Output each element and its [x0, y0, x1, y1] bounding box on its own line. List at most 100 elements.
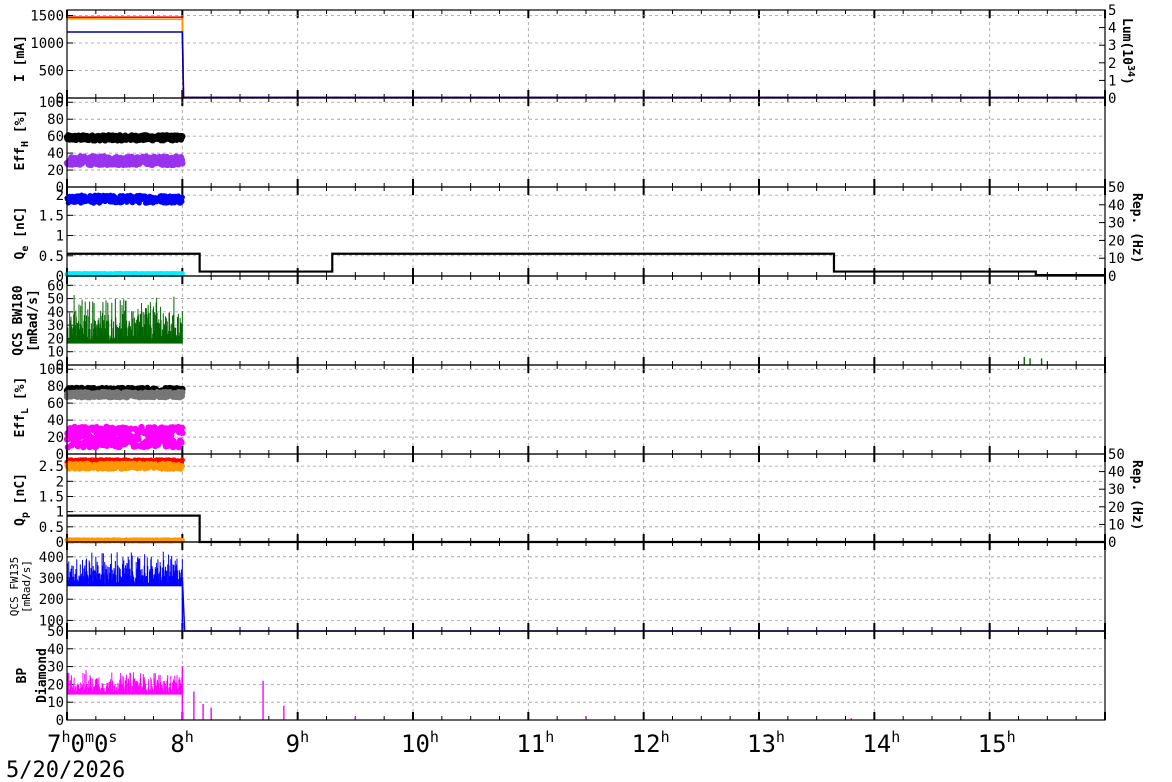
- panel-frame: [66, 541, 1106, 632]
- x-tick-hour: 15: [978, 730, 1007, 758]
- y-axis-label-effl: EffL [%]: [13, 377, 31, 438]
- y-axis-label-qe: Qe [nC]: [13, 207, 31, 260]
- y2-tick-label: 20: [1108, 233, 1125, 249]
- panel-frame: [66, 630, 1106, 721]
- y-axis-label-qcs_fw135-line2: [mRad/s]: [20, 560, 33, 613]
- y2-axis-label-rep-rate: Rep. (Hz): [1129, 460, 1144, 530]
- y-tick-label: 20: [47, 430, 64, 446]
- y2-axis-label-rep-rate: Rep. (Hz): [1129, 193, 1144, 263]
- x-tick-unit: h: [891, 728, 900, 746]
- label-part: [nC]: [13, 473, 28, 512]
- x-tick-hour: 9: [286, 730, 300, 758]
- data-point: [179, 194, 185, 200]
- data-line: [66, 18, 185, 98]
- data-point: [179, 457, 185, 463]
- panel-frame: [66, 186, 1106, 277]
- x-tick-hour: 7: [47, 730, 61, 758]
- x-tick-unit: h: [185, 728, 194, 746]
- series-current-navy-2: [67, 31, 1105, 99]
- panel-effl: 020406080100: [39, 362, 1106, 463]
- series-current-orange-1: [66, 18, 185, 98]
- y-axis-label-bp_diamond: BP: [15, 668, 30, 684]
- data-point: [179, 463, 185, 469]
- panel-qp: 00.511.522.501020304050: [39, 447, 1125, 551]
- y-tick-label: 60: [47, 278, 64, 294]
- y-axis-label-qcs_bw180: QCS BW180: [11, 285, 26, 356]
- label-part: Eff: [13, 147, 28, 170]
- x-tick-hour: 8: [170, 730, 184, 758]
- y-tick-label: 100: [39, 362, 64, 378]
- panel-frame: [66, 9, 1106, 99]
- data-point: [179, 429, 186, 437]
- x-tick-hour: 11: [516, 730, 545, 758]
- y-tick-label: 2.5: [39, 459, 64, 475]
- y-tick-label: 100: [39, 613, 64, 629]
- y-tick-label: 1.5: [39, 489, 64, 505]
- x-tick-extra: 0: [70, 730, 84, 758]
- y-axis-label-qp: Qp [nC]: [13, 473, 31, 526]
- y2-tick-label: 10: [1108, 517, 1125, 533]
- y-tick-label: 0: [56, 535, 64, 551]
- x-tick-label: 13h: [747, 728, 785, 758]
- x-tick-hour: 14: [862, 730, 891, 758]
- panel-bp_diamond: 010203040: [47, 630, 1106, 729]
- y-tick-label: 400: [39, 550, 64, 566]
- panel-qcs_bw180: 0102030405060: [47, 275, 1106, 374]
- x-tick-extra-unit: m: [85, 728, 94, 746]
- data-line: [67, 16, 1105, 99]
- y2-tick-label: 3: [1108, 38, 1116, 54]
- y-tick-label: 2: [56, 474, 64, 490]
- x-tick-hour: 13: [747, 730, 776, 758]
- y2-tick-label: 2: [1108, 56, 1116, 72]
- y-tick-label: 20: [47, 163, 64, 179]
- y-axis-label-bp_diamond-line2: Diamond: [35, 648, 50, 703]
- y2-tick-label: 50: [1108, 447, 1125, 463]
- y2-tick-label: 30: [1108, 216, 1125, 232]
- y-tick-label: 200: [39, 592, 64, 608]
- label-part: [%]: [13, 110, 28, 141]
- x-tick-extra: 0: [94, 730, 108, 758]
- y2-tick-label: 20: [1108, 500, 1125, 516]
- series-effl-gray-1: [63, 388, 186, 401]
- series-bp_diamond-magenta-1: [181, 666, 852, 720]
- y-tick-label: 300: [39, 571, 64, 587]
- y-tick-label: 2: [56, 188, 64, 204]
- x-tick-unit: h: [776, 728, 785, 746]
- x-tick-unit: h: [661, 728, 670, 746]
- y-tick-label: 80: [47, 112, 64, 128]
- y-tick-label: 1: [56, 505, 64, 521]
- y-tick-label: 40: [47, 146, 64, 162]
- series-effh-purple-1: [63, 153, 186, 169]
- panel-frame: [66, 97, 1106, 188]
- y-tick-label: 0.5: [39, 520, 64, 536]
- label-part: Q: [13, 252, 28, 260]
- x-tick-label: 12h: [632, 728, 670, 758]
- label-part: Q: [13, 518, 28, 526]
- data-line: [67, 31, 1105, 99]
- panel-frame: [66, 364, 1106, 455]
- series-qp-orange-1: [64, 460, 185, 472]
- label-part: ): [1119, 77, 1134, 85]
- x-tick-extra-unit: s: [108, 728, 117, 746]
- x-tick-hour: 10: [401, 730, 430, 758]
- x-tick-label: 9h: [286, 728, 309, 758]
- y-tick-label: 1.5: [39, 208, 64, 224]
- x-tick-label: 11h: [516, 728, 554, 758]
- y-tick-label: 1: [56, 229, 64, 245]
- y2-tick-label: 4: [1108, 21, 1116, 37]
- y-axis-label-qcs_bw180-line2: [mRad/s]: [26, 289, 41, 352]
- series-qcs_bw180-green-1: [1023, 357, 1043, 365]
- data-point: [179, 160, 186, 167]
- panel-qcs_fw135: 50100200300400: [39, 541, 1106, 640]
- panel-current: 050010001500012345: [30, 3, 1116, 107]
- y2-tick-label: 5: [1108, 3, 1116, 19]
- y2-tick-label: 30: [1108, 482, 1125, 498]
- y2-tick-label: 50: [1108, 180, 1125, 196]
- x-tick-unit: h: [545, 728, 554, 746]
- panel-frame: [66, 453, 1106, 543]
- y2-tick-label: 10: [1108, 251, 1125, 267]
- x-tick-unit: h: [1007, 728, 1016, 746]
- x-tick-unit: h: [300, 728, 309, 746]
- y-tick-label: 80: [47, 379, 64, 395]
- x-tick-unit: h: [61, 728, 70, 746]
